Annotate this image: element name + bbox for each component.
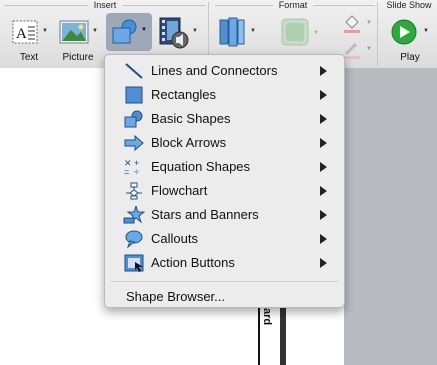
equation-icon: ✕ + = ÷ <box>124 158 139 176</box>
menu-item-callouts[interactable]: Callouts <box>105 227 344 251</box>
submenu-arrow-icon <box>320 90 327 100</box>
slide-background-panel <box>344 68 437 365</box>
text-box-button[interactable]: A ▼ Text <box>4 14 54 66</box>
chevron-down-icon: ▼ <box>42 28 48 34</box>
group-divider <box>4 5 88 6</box>
star-icon <box>123 206 145 224</box>
picture-icon <box>59 20 89 44</box>
film-audio-icon <box>159 17 189 49</box>
play-button-label: Play <box>400 52 420 63</box>
slide-edge <box>280 300 286 365</box>
pen-icon <box>344 42 360 59</box>
svg-text:=: = <box>124 167 129 176</box>
menu-item-equation-shapes[interactable]: ✕ + = ÷ Equation Shapes <box>105 155 344 179</box>
menu-item-lines-and-connectors[interactable]: Lines and Connectors <box>105 59 344 83</box>
menu-item-label: Action Buttons <box>151 255 235 270</box>
menu-item-label: Equation Shapes <box>151 159 251 174</box>
chevron-down-icon: ▼ <box>313 30 319 36</box>
group-label-format: Format <box>278 0 308 10</box>
flowchart-icon <box>126 182 142 200</box>
line-color-button[interactable]: ▼ <box>340 40 374 60</box>
group-separator <box>377 2 378 66</box>
text-button-label: Text <box>19 52 39 63</box>
fill-color-button[interactable]: ▼ <box>340 14 374 34</box>
rectangle-icon <box>125 86 143 104</box>
play-button[interactable]: ▼ Play <box>383 14 433 66</box>
chevron-down-icon: ▼ <box>192 28 198 34</box>
menu-item-rectangles[interactable]: Rectangles <box>105 83 344 107</box>
shape-browser-item[interactable]: Shape Browser... <box>126 289 225 304</box>
menu-item-label: Callouts <box>151 231 198 246</box>
menu-item-label: Lines and Connectors <box>151 63 278 78</box>
menu-item-basic-shapes[interactable]: Basic Shapes <box>105 107 344 131</box>
svg-text:÷: ÷ <box>134 167 139 176</box>
action-button-icon <box>124 254 144 272</box>
group-divider <box>122 5 206 6</box>
group-divider <box>313 5 375 6</box>
media-button[interactable]: ▼ <box>156 14 202 52</box>
submenu-arrow-icon <box>320 66 327 76</box>
shapes-dropdown-menu: Lines and Connectors Rectangles Basic Sh… <box>104 54 345 308</box>
play-icon <box>391 19 417 45</box>
shape-button[interactable]: ▼ <box>106 13 152 51</box>
menu-item-action-buttons[interactable]: Action Buttons <box>105 251 344 275</box>
svg-text:A: A <box>16 26 27 42</box>
block-arrow-icon <box>124 134 144 152</box>
menu-item-label: Flowchart <box>151 183 208 198</box>
picture-button[interactable]: ▼ Picture <box>55 14 105 66</box>
group-divider <box>215 5 273 6</box>
menu-divider <box>111 281 338 282</box>
group-label-slide-show: Slide Show <box>386 0 432 10</box>
slide-text: ard <box>261 308 273 326</box>
submenu-arrow-icon <box>320 138 327 148</box>
menu-item-label: Block Arrows <box>151 135 227 150</box>
picture-button-label: Picture <box>62 52 94 63</box>
menu-item-label: Rectangles <box>151 87 217 102</box>
menu-item-block-arrows[interactable]: Block Arrows <box>105 131 344 155</box>
menu-item-label: Stars and Banners <box>151 207 259 222</box>
line-icon <box>125 63 143 79</box>
basic-shapes-icon <box>124 110 143 128</box>
submenu-arrow-icon <box>320 162 327 172</box>
group-label-insert: Insert <box>93 0 117 10</box>
chevron-down-icon: ▼ <box>141 27 147 33</box>
menu-item-stars-and-banners[interactable]: Stars and Banners <box>105 203 344 227</box>
submenu-arrow-icon <box>320 186 327 196</box>
callout-icon <box>125 230 143 248</box>
submenu-arrow-icon <box>320 234 327 244</box>
paint-bucket-icon <box>344 15 360 33</box>
quick-styles-icon <box>281 18 309 46</box>
chevron-down-icon: ▼ <box>250 28 256 34</box>
shape-icon <box>112 19 137 44</box>
quick-styles-button[interactable]: ▼ <box>277 16 325 52</box>
chevron-down-icon: ▼ <box>423 28 429 34</box>
text-box-icon: A <box>12 20 38 44</box>
menu-item-flowchart[interactable]: Flowchart <box>105 179 344 203</box>
submenu-arrow-icon <box>320 258 327 268</box>
submenu-arrow-icon <box>320 210 327 220</box>
arrange-button[interactable]: ▼ <box>214 14 262 52</box>
chevron-down-icon: ▼ <box>366 46 372 52</box>
menu-item-label: Basic Shapes <box>151 111 231 126</box>
chevron-down-icon: ▼ <box>92 28 98 34</box>
arrange-icon <box>219 17 245 47</box>
chevron-down-icon: ▼ <box>366 20 372 26</box>
submenu-arrow-icon <box>320 114 327 124</box>
